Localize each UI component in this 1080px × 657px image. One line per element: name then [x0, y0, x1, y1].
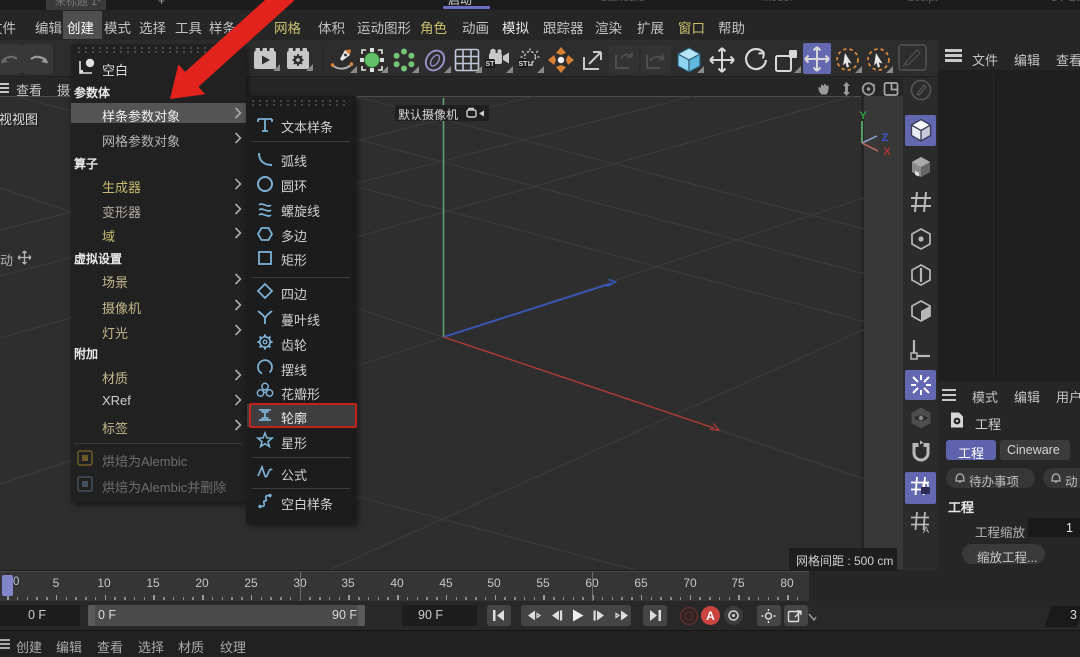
svg-text:ST: ST	[486, 61, 496, 68]
svg-text:X: X	[883, 146, 891, 158]
svg-text:A: A	[923, 525, 929, 534]
svg-text:A: A	[706, 609, 715, 623]
svg-text:Z: Z	[882, 132, 889, 144]
svg-text:Y: Y	[859, 110, 867, 122]
svg-text:ST: ST	[519, 61, 529, 68]
